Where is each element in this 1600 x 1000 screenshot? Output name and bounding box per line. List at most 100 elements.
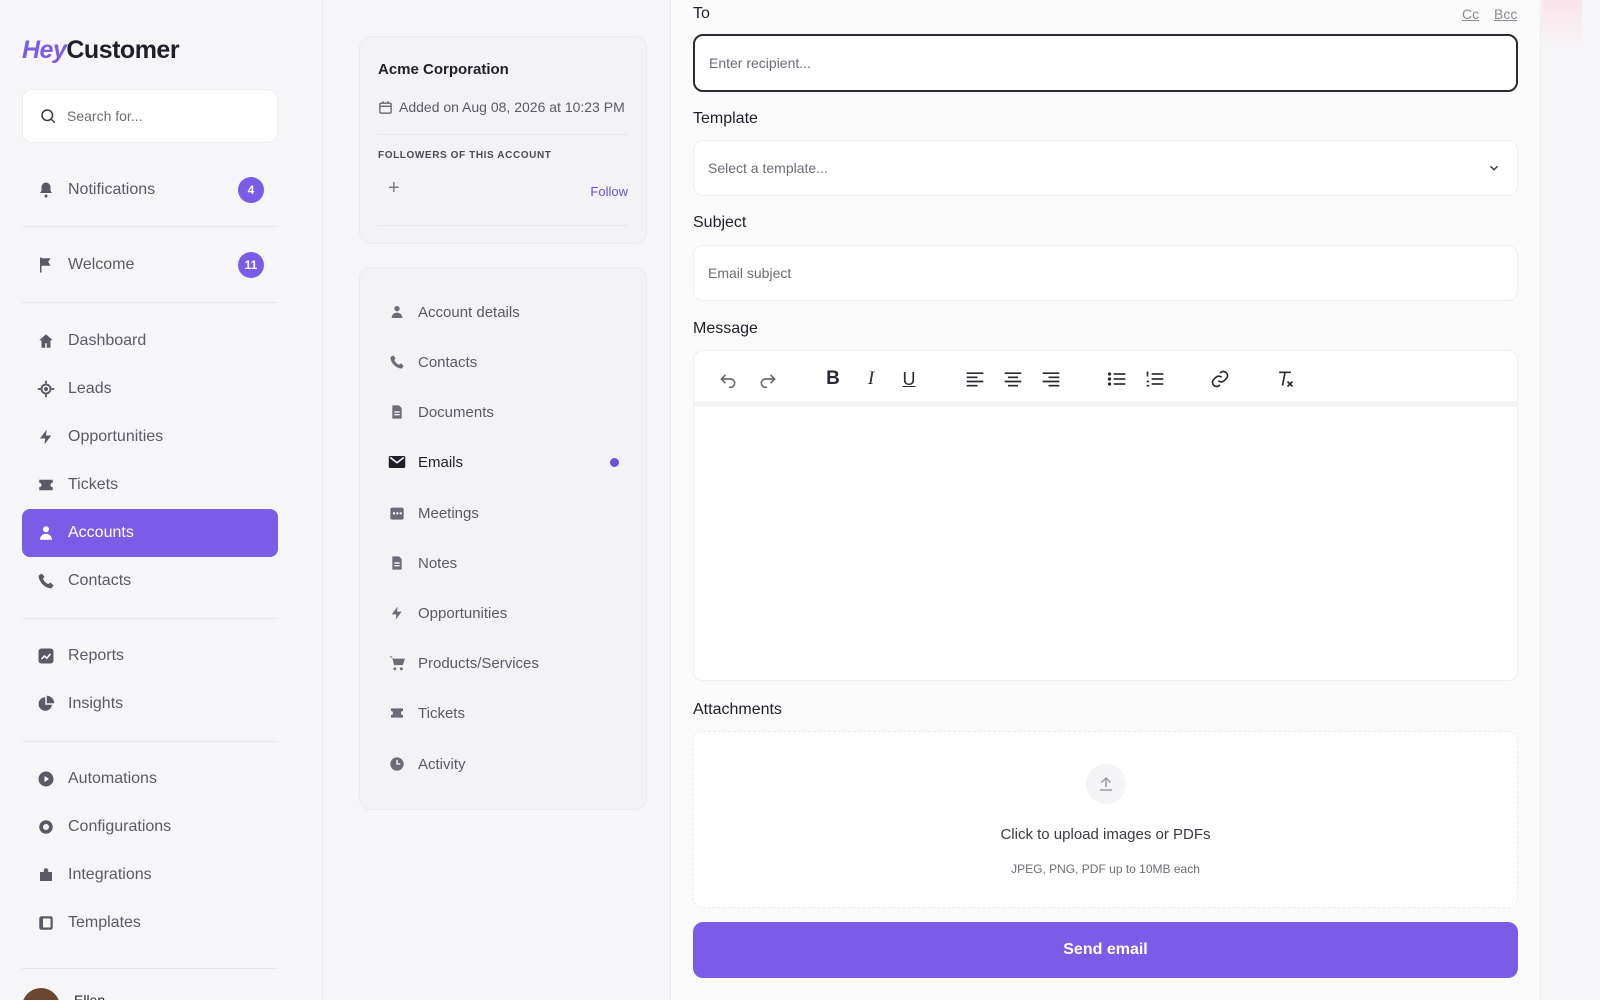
home-icon (36, 331, 56, 351)
subnav-label: Products/Services (418, 654, 539, 672)
sidebar-item-configurations[interactable]: Configurations (22, 803, 278, 851)
sidebar-item-label: Configurations (68, 818, 172, 835)
divider (22, 741, 278, 742)
sidebar-item-accounts[interactable]: Accounts (22, 509, 278, 557)
sidebar-item-leads[interactable]: Leads (22, 365, 278, 413)
align-left-icon[interactable] (963, 367, 987, 391)
upload-hint: JPEG, PNG, PDF up to 10MB each (1011, 862, 1200, 876)
underline-icon[interactable]: U (897, 367, 921, 391)
bullet-list-icon[interactable] (1105, 367, 1129, 391)
subnav-tickets[interactable]: Tickets (388, 698, 465, 728)
follow-link[interactable]: Follow (590, 184, 628, 199)
align-center-icon[interactable] (1001, 367, 1025, 391)
subnav-opportunities[interactable]: Opportunities (388, 598, 507, 628)
sidebar-item-label: Opportunities (68, 428, 164, 445)
sidebar-item-label: Integrations (68, 866, 152, 883)
phone-icon (36, 571, 56, 591)
subnav-label: Notes (418, 554, 458, 572)
italic-icon[interactable]: I (859, 367, 883, 391)
align-right-icon[interactable] (1039, 367, 1063, 391)
logo[interactable]: Hey Customer (22, 30, 180, 70)
sidebar-item-label: Dashboard (68, 332, 147, 349)
send-email-button[interactable]: Send email (693, 922, 1518, 978)
chevron-down-icon (1489, 165, 1499, 171)
template-icon (36, 913, 56, 933)
recipient-placeholder: Enter recipient... (709, 55, 811, 71)
clock-icon (388, 755, 406, 773)
cc-link[interactable]: Cc (1462, 6, 1479, 22)
subnav-products-services[interactable]: Products/Services (388, 648, 539, 678)
subnav-label: Tickets (418, 704, 465, 722)
user-profile[interactable]: Ellen (22, 988, 105, 1000)
undo-icon[interactable] (716, 367, 740, 391)
search-input[interactable]: Search for... (22, 89, 278, 143)
upload-instruction: Click to upload images or PDFs (1000, 826, 1211, 843)
add-follower-icon[interactable]: + (388, 177, 400, 200)
sidebar-item-insights[interactable]: Insights (22, 680, 278, 728)
note-icon (388, 554, 406, 572)
document-icon (388, 403, 406, 421)
ticket-icon (36, 475, 56, 495)
mail-icon (388, 453, 406, 471)
sidebar-item-opportunities[interactable]: Opportunities (22, 413, 278, 461)
subject-input[interactable]: Email subject (693, 245, 1518, 301)
sidebar-item-reports[interactable]: Reports (22, 632, 278, 680)
sidebar-item-label: Contacts (68, 572, 132, 589)
subnav-label: Contacts (418, 353, 478, 371)
subnav-label: Emails (418, 453, 464, 471)
link-icon[interactable] (1208, 367, 1232, 391)
sidebar-item-welcome[interactable]: Welcome 11 (22, 241, 278, 289)
bell-icon (36, 180, 56, 200)
sidebar-item-contacts[interactable]: Contacts (22, 557, 278, 605)
subnav-contacts[interactable]: Contacts (388, 347, 477, 377)
divider (22, 618, 278, 619)
subnav-documents[interactable]: Documents (388, 397, 494, 427)
ticket-icon (388, 704, 406, 722)
sidebar-item-tickets[interactable]: Tickets (22, 461, 278, 509)
active-indicator-dot (610, 458, 619, 467)
sidebar-item-integrations[interactable]: Integrations (22, 851, 278, 899)
pie-icon (36, 694, 56, 714)
recipient-input[interactable]: Enter recipient... (693, 34, 1518, 92)
upload-icon (1086, 764, 1126, 804)
sidebar-item-label: Accounts (68, 524, 134, 541)
to-label: To (693, 5, 710, 22)
sidebar-item-automations[interactable]: Automations (22, 755, 278, 803)
template-select[interactable]: Select a template... (693, 140, 1518, 196)
sidebar-item-notifications[interactable]: Notifications 4 (22, 166, 278, 214)
template-value: Select a template... (708, 160, 828, 176)
sidebar-item-label: Automations (68, 770, 157, 787)
bolt-icon (36, 427, 56, 447)
redo-icon[interactable] (756, 367, 780, 391)
subnav-activity[interactable]: Activity (388, 749, 466, 779)
editor-toolbar: B I U (694, 351, 1517, 407)
play-icon (36, 769, 56, 789)
followers-label: FOLLOWERS OF THIS ACCOUNT (378, 150, 552, 161)
subnav-emails[interactable]: Emails (388, 447, 463, 477)
phone-icon (388, 353, 406, 371)
sidebar-item-label: Reports (68, 647, 125, 664)
numbered-list-icon[interactable] (1143, 367, 1167, 391)
avatar (22, 988, 60, 1000)
cart-icon (388, 654, 406, 672)
divider (22, 968, 278, 969)
upload-dropzone[interactable]: Click to upload images or PDFs JPEG, PNG… (693, 731, 1518, 908)
user-icon (36, 523, 56, 543)
message-editor[interactable]: B I U (693, 350, 1518, 681)
subnav-meetings[interactable]: Meetings (388, 498, 479, 528)
sidebar-item-label: Tickets (68, 476, 119, 493)
clear-format-icon[interactable] (1273, 367, 1297, 391)
bcc-link[interactable]: Bcc (1494, 6, 1517, 22)
account-name: Acme Corporation (378, 61, 509, 78)
subnav-account-details[interactable]: Account details (388, 297, 520, 327)
template-label: Template (693, 110, 758, 127)
bold-icon[interactable]: B (821, 367, 845, 391)
sidebar: Hey Customer Search for... Notifications … (0, 0, 323, 1000)
sidebar-item-dashboard[interactable]: Dashboard (22, 317, 278, 365)
welcome-badge: 11 (238, 252, 264, 278)
sidebar-item-label: Insights (68, 695, 124, 712)
sidebar-item-label: Welcome (68, 256, 135, 273)
sidebar-item-templates[interactable]: Templates (22, 899, 278, 947)
flag-icon (36, 255, 56, 275)
subnav-notes[interactable]: Notes (388, 548, 457, 578)
